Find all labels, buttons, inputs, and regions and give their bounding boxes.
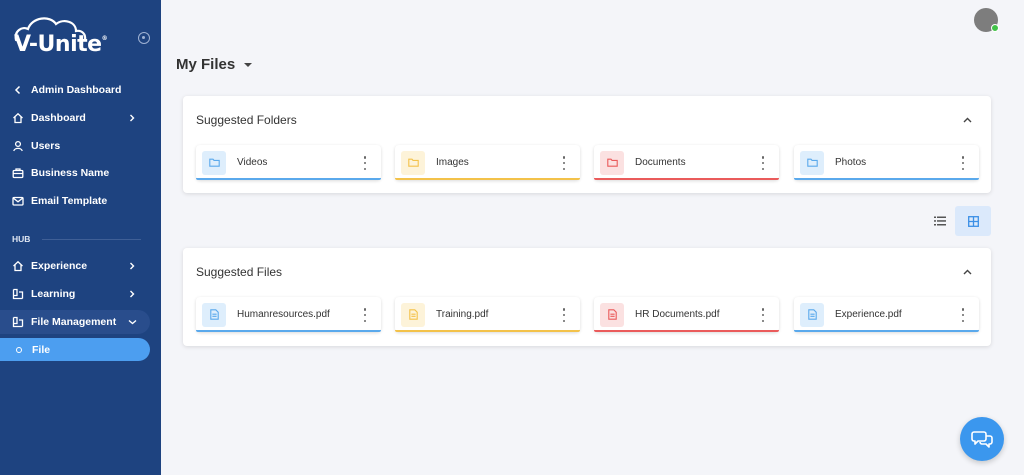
file-icon (600, 302, 624, 327)
sidebar-item-dashboard[interactable]: Dashboard (12, 108, 152, 128)
color-accent-bar (196, 178, 381, 180)
color-accent-bar (794, 178, 979, 180)
panel-title: Suggested Folders (196, 113, 297, 127)
file-name: Training.pdf (436, 309, 489, 320)
color-accent-bar (594, 178, 779, 180)
book-icon (12, 316, 24, 328)
chevron-right-icon (126, 288, 138, 300)
mail-icon (12, 195, 24, 207)
list-icon (934, 216, 946, 226)
sidebar-item-business-name[interactable]: Business Name (12, 163, 152, 183)
file-card[interactable]: Humanresources.pdf (196, 297, 381, 332)
suggested-folders-panel: Suggested Folders Videos Images Documents P… (183, 96, 991, 193)
file-icon (800, 302, 824, 327)
grid-icon (967, 215, 979, 227)
suggested-files-panel: Suggested Files Humanresources.pdf Traini… (183, 248, 991, 346)
folder-icon (401, 150, 425, 175)
folder-card[interactable]: Photos (794, 145, 979, 180)
folder-icon (800, 150, 824, 175)
online-status-dot (991, 24, 999, 32)
sidebar-item-label: File Management (31, 316, 117, 328)
sidebar-item-label: Learning (31, 288, 76, 300)
caret-down-icon (244, 62, 253, 67)
book-icon (12, 288, 24, 300)
color-accent-bar (594, 330, 779, 332)
folder-icon (202, 150, 226, 175)
home-icon (12, 260, 24, 272)
chevron-down-icon (126, 316, 138, 328)
more-options-icon[interactable] (363, 156, 367, 170)
sidebar-item-label: Email Template (31, 195, 108, 207)
sidebar-item-admin-dashboard[interactable]: Admin Dashboard (12, 80, 152, 100)
sidebar-item-label: Business Name (31, 167, 110, 179)
color-accent-bar (794, 330, 979, 332)
sidebar-item-label: Users (31, 140, 61, 152)
page-title[interactable]: My Files (176, 56, 253, 73)
more-options-icon[interactable] (562, 308, 566, 322)
folder-name: Videos (237, 157, 268, 168)
brand-registered-mark: ® (101, 35, 108, 42)
sidebar-item-label: File (32, 343, 51, 356)
chat-button[interactable] (960, 417, 1004, 461)
pin-sidebar-icon[interactable] (138, 32, 150, 44)
avatar[interactable] (974, 8, 999, 32)
more-options-icon[interactable] (961, 308, 965, 322)
chevron-right-icon (126, 112, 138, 124)
grid-view-button[interactable] (955, 206, 991, 236)
folder-name: Images (436, 157, 469, 168)
sidebar-item-file-management[interactable]: File Management (12, 312, 152, 332)
chat-icon (971, 431, 993, 448)
home-icon (12, 112, 24, 124)
file-card[interactable]: Experience.pdf (794, 297, 979, 332)
brand-logo[interactable]: V-Unite® (10, 14, 120, 62)
file-name: Humanresources.pdf (237, 309, 330, 320)
sidebar-item-users[interactable]: Users (12, 136, 152, 156)
file-icon (202, 302, 226, 327)
sidebar-item-label: Experience (31, 260, 88, 272)
folder-name: Documents (635, 157, 686, 168)
folder-name: Photos (835, 157, 867, 168)
chevron-left-icon (12, 84, 24, 96)
more-options-icon[interactable] (562, 156, 566, 170)
color-accent-bar (196, 330, 381, 332)
brand-name: V-Unite (14, 32, 102, 57)
chevron-right-icon (126, 260, 138, 272)
sidebar-item-file[interactable]: File (0, 338, 150, 361)
list-view-button[interactable] (929, 210, 951, 232)
file-name: Experience.pdf (835, 309, 902, 320)
folder-card[interactable]: Images (395, 145, 580, 180)
briefcase-icon (12, 167, 24, 179)
color-accent-bar (395, 330, 580, 332)
file-card[interactable]: Training.pdf (395, 297, 580, 332)
more-options-icon[interactable] (961, 156, 965, 170)
user-icon (12, 140, 24, 152)
more-options-icon[interactable] (761, 308, 765, 322)
sidebar-item-experience[interactable]: Experience (12, 256, 152, 276)
chevron-up-icon[interactable] (961, 266, 973, 278)
hub-section-label: HUB (12, 234, 31, 244)
more-options-icon[interactable] (761, 156, 765, 170)
folder-icon (600, 150, 624, 175)
sidebar-item-label: Dashboard (31, 112, 86, 124)
panel-title: Suggested Files (196, 265, 283, 279)
sidebar-item-label: Admin Dashboard (31, 84, 122, 96)
circle-icon (16, 346, 22, 353)
file-name: HR Documents.pdf (635, 309, 720, 320)
sidebar: V-Unite® Admin Dashboard Dashboard Users… (0, 0, 161, 475)
sidebar-item-learning[interactable]: Learning (12, 284, 152, 304)
page-title-text: My Files (176, 56, 236, 73)
color-accent-bar (395, 178, 580, 180)
folder-card[interactable]: Videos (196, 145, 381, 180)
file-card[interactable]: HR Documents.pdf (594, 297, 779, 332)
hub-divider (42, 239, 141, 240)
chevron-up-icon[interactable] (961, 114, 973, 126)
sidebar-item-email-template[interactable]: Email Template (12, 191, 152, 211)
more-options-icon[interactable] (363, 308, 367, 322)
folder-card[interactable]: Documents (594, 145, 779, 180)
file-icon (401, 302, 425, 327)
